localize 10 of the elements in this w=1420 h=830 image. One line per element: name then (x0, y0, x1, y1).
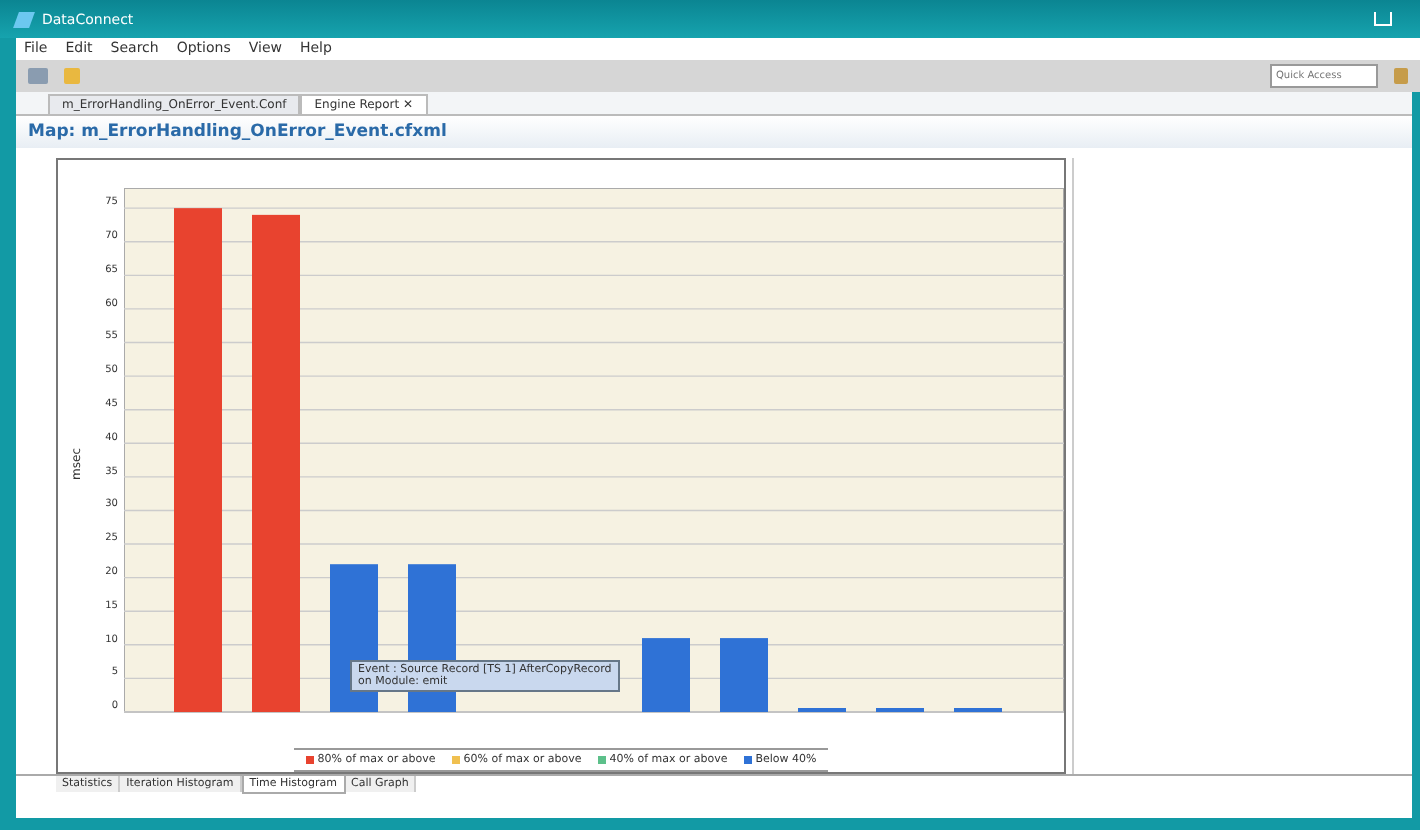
perspective-icon[interactable] (1394, 67, 1408, 84)
bar (642, 638, 690, 713)
bar (954, 708, 1002, 713)
bar (798, 708, 846, 713)
bar (876, 708, 924, 713)
minimize-button[interactable] (1374, 12, 1392, 27)
map-title: Map: m_ErrorHandling_OnError_Event.cfxml (16, 116, 1412, 149)
bar (720, 638, 768, 713)
toolbar-icon[interactable] (28, 67, 48, 84)
app-icon (13, 11, 35, 28)
